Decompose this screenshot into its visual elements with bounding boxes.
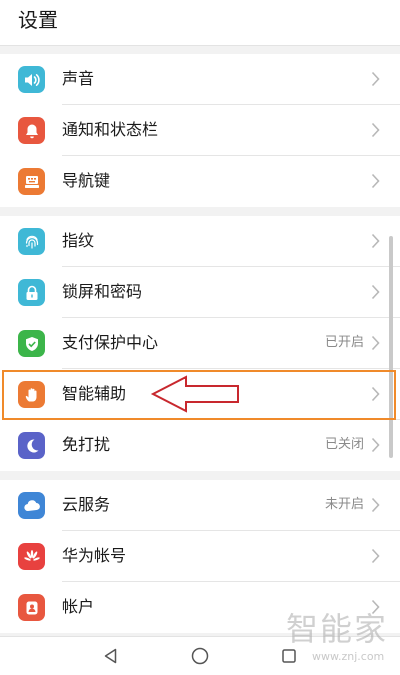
settings-item-smart-assist[interactable]: 智能辅助 [0, 369, 400, 420]
settings-item-payment-protection[interactable]: 支付保护中心 已开启 [0, 318, 400, 369]
settings-item-accounts[interactable]: 帐户 [0, 582, 400, 633]
moon-icon [18, 432, 45, 459]
settings-item-label: 云服务 [62, 495, 111, 514]
fingerprint-icon [18, 228, 45, 255]
account-icon [18, 594, 45, 621]
settings-item-navigation-keys[interactable]: 导航键 [0, 156, 400, 207]
settings-item-notifications[interactable]: 通知和状态栏 [0, 105, 400, 156]
settings-item-label: 锁屏和密码 [62, 282, 143, 301]
chevron-right-icon [371, 173, 380, 189]
shield-icon [18, 330, 45, 357]
settings-item-label: 指纹 [62, 231, 95, 250]
home-icon[interactable] [187, 643, 213, 669]
settings-item-huawei-id[interactable]: 华为帐号 [0, 531, 400, 582]
chevron-right-icon [371, 386, 380, 402]
scrollbar[interactable] [389, 236, 393, 458]
chevron-right-icon [371, 497, 380, 513]
settings-group-1: 声音 通知和状态栏 导航键 [0, 54, 400, 207]
settings-item-label: 帐户 [62, 597, 95, 616]
recents-icon[interactable] [276, 643, 302, 669]
keyboard-icon [18, 168, 45, 195]
settings-item-do-not-disturb[interactable]: 免打扰 已关闭 [0, 420, 400, 471]
chevron-right-icon [371, 122, 380, 138]
settings-item-label: 华为帐号 [62, 546, 127, 565]
settings-item-label: 智能辅助 [62, 384, 127, 403]
volume-icon [18, 66, 45, 93]
chevron-right-icon [371, 548, 380, 564]
settings-item-fingerprint[interactable]: 指纹 [0, 216, 400, 267]
settings-screen: 设置 声音 通知和状态栏 导航键 指纹 锁屏和密码 支付保护中心 已开启 智能辅… [0, 0, 400, 675]
settings-item-label: 免打扰 [62, 435, 111, 454]
chevron-right-icon [371, 233, 380, 249]
hand-icon [18, 381, 45, 408]
settings-group-3: 云服务 未开启 华为帐号 帐户 [0, 480, 400, 633]
settings-item-label: 声音 [62, 69, 95, 88]
chevron-right-icon [371, 335, 380, 351]
settings-item-status: 已开启 [324, 335, 364, 350]
settings-item-lock-screen[interactable]: 锁屏和密码 [0, 267, 400, 318]
header: 设置 [0, 0, 400, 46]
chevron-right-icon [371, 599, 380, 615]
navigation-bar [0, 636, 400, 675]
settings-item-label: 支付保护中心 [62, 333, 159, 352]
settings-item-sound[interactable]: 声音 [0, 54, 400, 105]
cloud-icon [18, 492, 45, 519]
settings-item-label: 导航键 [62, 171, 111, 190]
settings-item-status: 未开启 [324, 497, 364, 512]
chevron-right-icon [371, 437, 380, 453]
lock-icon [18, 279, 45, 306]
huawei-icon [18, 543, 45, 570]
chevron-right-icon [371, 284, 380, 300]
settings-item-status: 已关闭 [324, 437, 364, 452]
settings-item-cloud-service[interactable]: 云服务 未开启 [0, 480, 400, 531]
back-icon[interactable] [98, 643, 124, 669]
settings-group-2: 指纹 锁屏和密码 支付保护中心 已开启 智能辅助 免打扰 已关闭 [0, 216, 400, 471]
bell-icon [18, 117, 45, 144]
page-title: 设置 [18, 8, 58, 32]
settings-item-label: 通知和状态栏 [62, 120, 159, 139]
chevron-right-icon [371, 71, 380, 87]
